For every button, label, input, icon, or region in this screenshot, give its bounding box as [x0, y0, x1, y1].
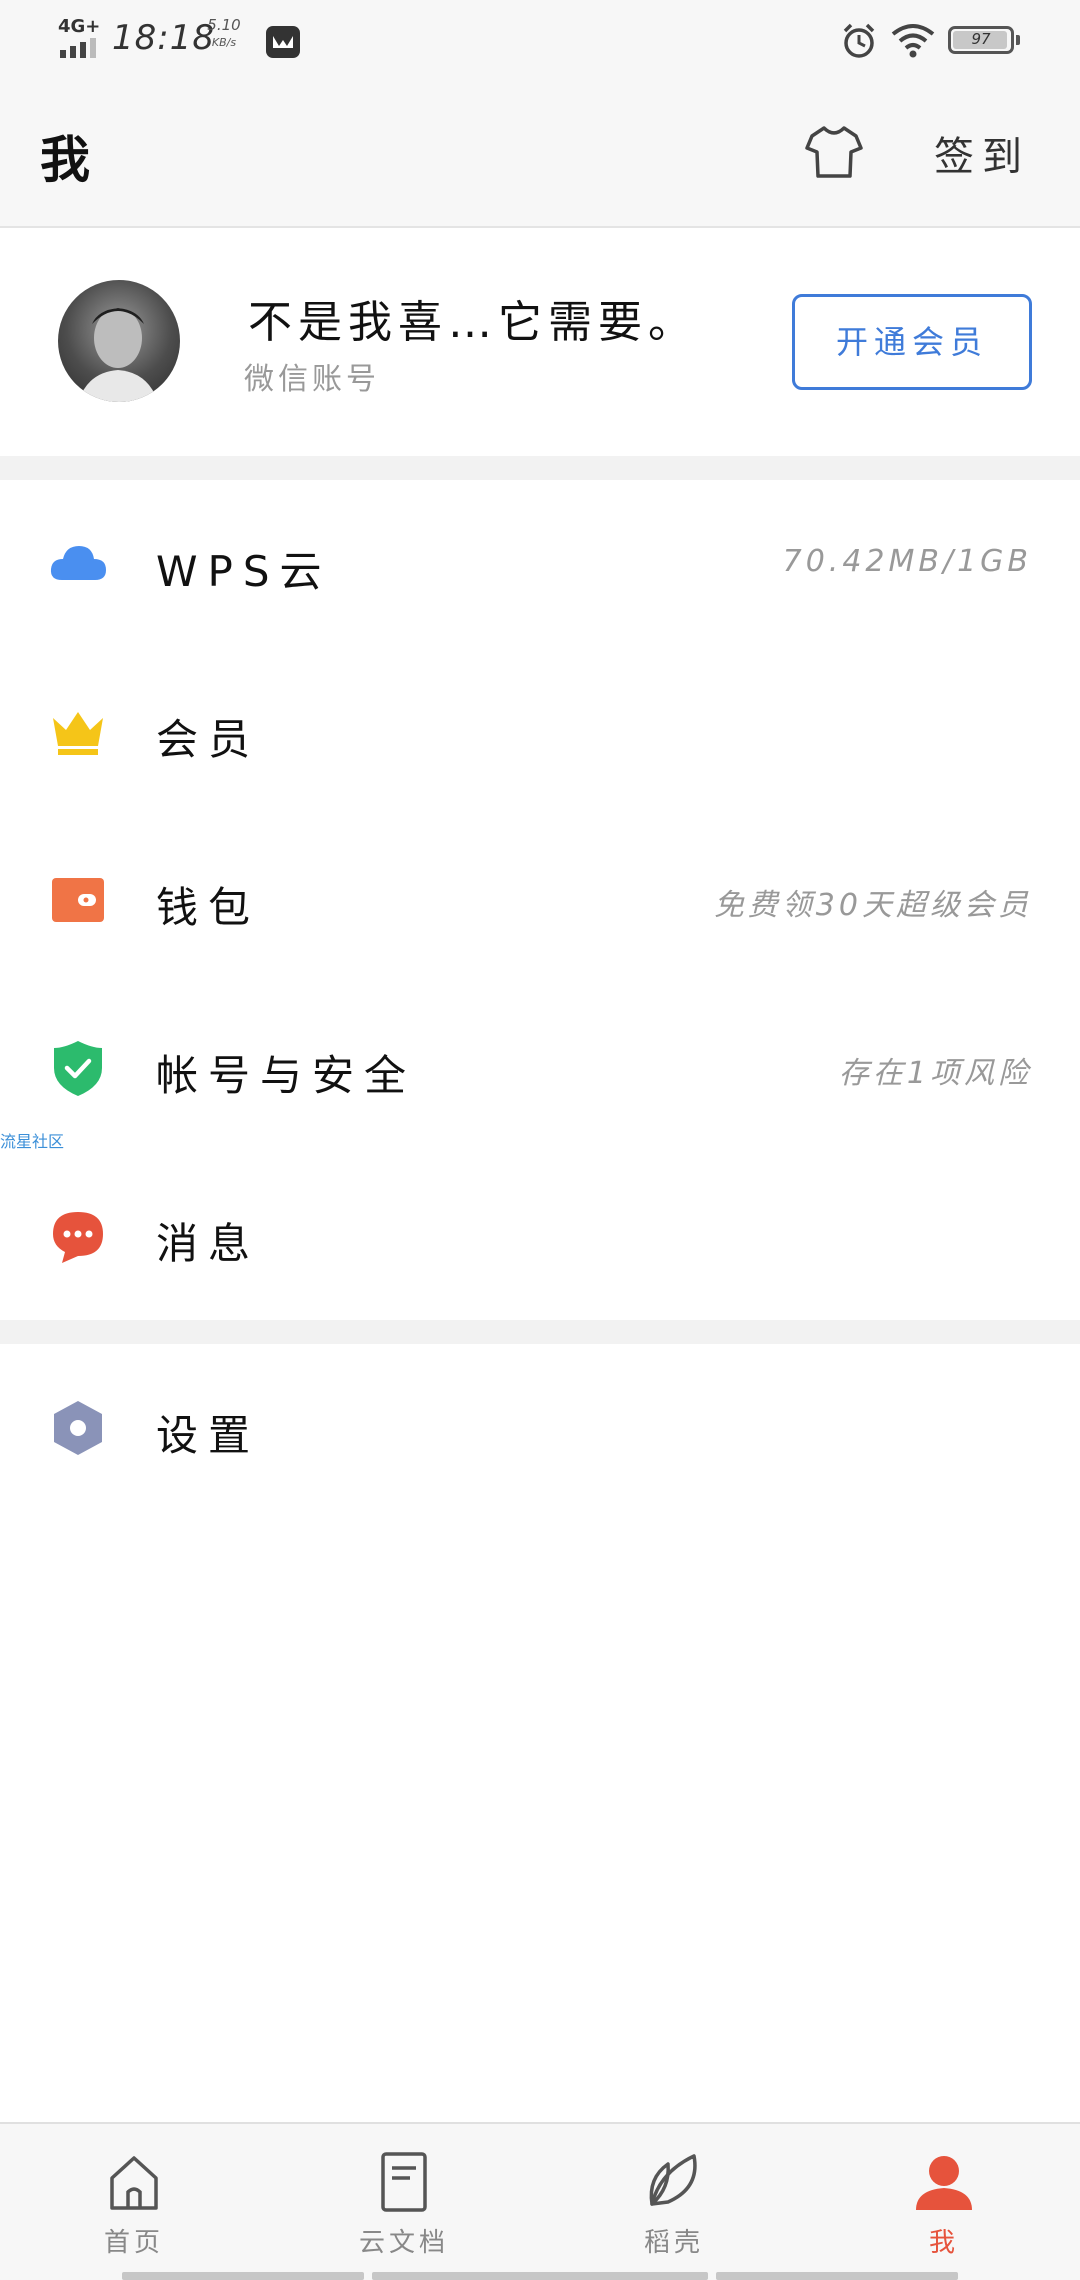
- tab-cloud-docs[interactable]: 云文档: [304, 2124, 504, 2258]
- storage-usage: 70.42MB/1GB: [782, 544, 1032, 579]
- sign-in-button[interactable]: 签到: [934, 124, 1030, 182]
- tab-label: 稻壳: [643, 2228, 704, 2258]
- gesture-bar-segment: [122, 2272, 364, 2280]
- tab-label: 云文档: [358, 2228, 449, 2258]
- battery-percent: 97: [971, 30, 991, 48]
- signal-icon: [60, 38, 96, 58]
- gesture-bar-segment: [372, 2272, 708, 2280]
- profile-card[interactable]: 不是我喜…它需要。 微信账号 开通会员: [0, 228, 1080, 456]
- battery-indicator: 97: [948, 26, 1020, 54]
- app-notification-icon: [266, 26, 300, 58]
- menu-item-messages[interactable]: 消息: [0, 1152, 1080, 1320]
- message-icon: [53, 1212, 103, 1263]
- section-divider: [0, 456, 1080, 480]
- menu-item-account-security[interactable]: 帐号与安全 存在1项风险: [0, 984, 1080, 1152]
- shirt-icon[interactable]: [804, 122, 864, 182]
- speed-value: 5.10: [207, 16, 241, 34]
- tab-docer[interactable]: 稻壳: [574, 2124, 774, 2258]
- menu-label: 设置: [156, 1411, 261, 1460]
- home-icon: [110, 2156, 158, 2210]
- wifi-icon: [891, 24, 935, 58]
- user-name: 不是我喜…它需要。: [248, 297, 698, 348]
- menu-item-wps-cloud[interactable]: WPS云 70.42MB/1GB: [0, 480, 1080, 648]
- clock: 18:18: [112, 18, 215, 58]
- cloud-icon: [50, 546, 106, 580]
- bottom-navigation: 首页 云文档 稻壳 我: [0, 2122, 1080, 2280]
- menu-label: 钱包: [156, 883, 261, 932]
- wallet-icon: [52, 878, 104, 922]
- person-icon: [916, 2156, 972, 2210]
- avatar[interactable]: [58, 280, 180, 402]
- menu-label: WPS云: [156, 547, 332, 596]
- status-bar: 4G+ 18:18 5.10 KB/s 97: [0, 0, 1080, 80]
- crown-icon: [53, 712, 103, 755]
- tab-home[interactable]: 首页: [34, 2124, 234, 2258]
- tab-me[interactable]: 我: [844, 2124, 1044, 2258]
- speed-unit: KB/s: [211, 36, 237, 49]
- gesture-bar-segment: [716, 2272, 958, 2280]
- wallet-promo: 免费领30天超级会员: [713, 888, 1032, 923]
- security-risk: 存在1项风险: [838, 1056, 1032, 1091]
- page-title: 我: [40, 131, 90, 189]
- menu-label: 会员: [156, 715, 261, 764]
- network-type: 4G+: [58, 16, 101, 37]
- menu-item-membership[interactable]: 会员: [0, 648, 1080, 816]
- tab-label: 我: [928, 2228, 959, 2258]
- alarm-icon: [843, 23, 875, 58]
- network-indicator: 4G+: [58, 16, 106, 60]
- tab-label: 首页: [103, 2228, 164, 2258]
- open-membership-button[interactable]: 开通会员: [792, 294, 1032, 390]
- shield-icon: [54, 1041, 102, 1096]
- menu-label: 帐号与安全: [156, 1051, 417, 1100]
- menu-item-settings[interactable]: 设置: [0, 1344, 1080, 1512]
- avatar-photo: [78, 308, 158, 402]
- settings-icon: [54, 1401, 102, 1455]
- account-type: 微信账号: [244, 362, 380, 397]
- header: 我 签到: [0, 80, 1080, 228]
- menu-label: 消息: [156, 1219, 261, 1268]
- section-divider: [0, 1320, 1080, 1344]
- watermark: 流星社区: [0, 1132, 65, 1151]
- menu-item-wallet[interactable]: 钱包 免费领30天超级会员: [0, 816, 1080, 984]
- network-speed: 5.10 KB/s: [204, 16, 244, 52]
- document-icon: [381, 2152, 427, 2212]
- leaf-icon: [649, 2154, 697, 2206]
